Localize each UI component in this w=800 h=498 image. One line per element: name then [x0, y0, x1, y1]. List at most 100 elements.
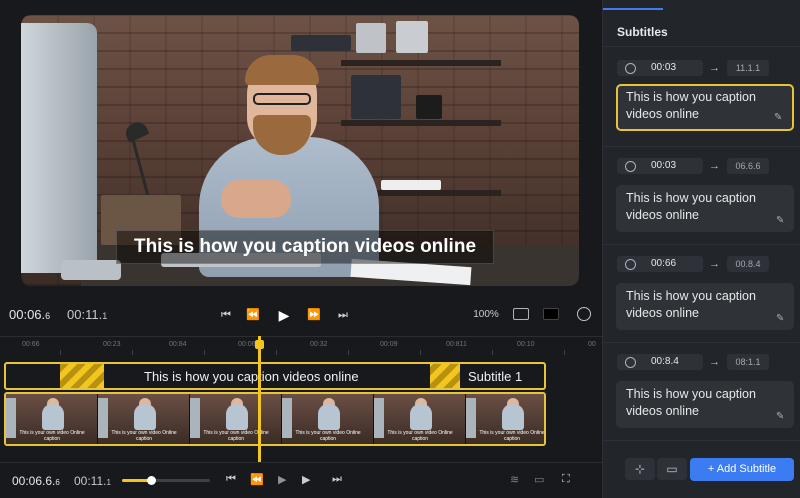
- editor-area: This is how you caption videos online 00…: [0, 0, 602, 498]
- playhead-handle[interactable]: [255, 340, 264, 349]
- arrow-right-icon: →: [709, 160, 720, 172]
- ruler-label: 00:06: [238, 341, 256, 348]
- fast-forward-icon[interactable]: ⏩: [306, 306, 322, 324]
- arrow-right-icon: →: [709, 356, 720, 368]
- rewind-icon[interactable]: ⏪: [250, 473, 264, 486]
- bottom-bar: 00:06.6.6 00:11.1 ⏮ ⏪ ▶ ▶ ⏭ ≋ ▭ ⛶: [0, 462, 602, 498]
- ruler-label: 00:09: [380, 341, 398, 348]
- ruler-tick: [492, 350, 493, 355]
- subtitle-text-field[interactable]: This is how you caption videos online ✎: [616, 185, 794, 232]
- person: [245, 55, 319, 85]
- picture-icon[interactable]: ▭: [534, 473, 544, 486]
- pencil-icon[interactable]: ✎: [774, 113, 784, 123]
- play-icon[interactable]: ▶: [276, 306, 292, 324]
- end-time-field[interactable]: 06.6.6: [727, 158, 769, 174]
- ruler-label: 00:84: [169, 341, 187, 348]
- ruler-tick: [276, 350, 277, 355]
- subtitles-panel: Subtitles 00:03 → 11.1.1 This is how you…: [602, 0, 800, 498]
- subtitle-text-field[interactable]: This is how you caption videos online ✎: [616, 283, 794, 330]
- ruler-tick: [132, 350, 133, 355]
- bottom-duration: 00:11.1: [74, 474, 111, 488]
- monitor: [61, 260, 121, 280]
- add-subtitle-button[interactable]: + Add Subtitle: [690, 458, 794, 481]
- clock-icon: [625, 63, 636, 74]
- ruler-tick: [420, 350, 421, 355]
- ruler-tick: [204, 350, 205, 355]
- frame-thumbnail: This is your own video Online caption: [6, 394, 98, 444]
- ruler-label: 00:23: [103, 341, 121, 348]
- subtitle-text: This is how you caption videos online: [626, 90, 756, 121]
- ruler-label: 00: [588, 341, 596, 348]
- globe-icon[interactable]: [577, 307, 591, 321]
- play-icon[interactable]: ▶: [278, 473, 286, 486]
- subtitle-format-icon[interactable]: ▭: [657, 458, 687, 480]
- end-time-field[interactable]: 00.8.4: [727, 256, 769, 272]
- next-icon[interactable]: ▶: [302, 473, 310, 486]
- arrow-right-icon: →: [709, 258, 720, 270]
- person: [253, 93, 311, 105]
- monitor: [21, 23, 97, 273]
- subtitle-card[interactable]: 00:66 → 00.8.4 This is how you caption v…: [603, 246, 800, 343]
- rewind-icon[interactable]: ⏪: [245, 306, 261, 324]
- frame-thumbnail: This is your own video Online caption: [466, 394, 544, 444]
- bottom-current-time: 00:06.6.6: [12, 474, 60, 488]
- subtitle-text: This is how you caption videos online: [626, 387, 756, 418]
- shelf-box: [396, 21, 428, 53]
- subtitle-card[interactable]: 00:03 → 06.6.6 This is how you caption v…: [603, 148, 800, 245]
- clip-handle-right[interactable]: [430, 364, 460, 388]
- skip-forward-icon[interactable]: ⏭: [332, 473, 342, 486]
- subtitle-card[interactable]: 00:03 → 11.1.1 This is how you caption v…: [603, 50, 800, 147]
- clip-handle-left[interactable]: [60, 364, 104, 388]
- shelf-box: [351, 75, 401, 119]
- video-caption-overlay[interactable]: This is how you caption videos online: [116, 230, 494, 264]
- end-time-field[interactable]: 08:1.1: [727, 354, 769, 370]
- ruler-tick: [348, 350, 349, 355]
- clock-icon: [625, 259, 636, 270]
- person: [221, 180, 291, 218]
- aspect-icon[interactable]: [543, 308, 559, 320]
- playhead[interactable]: [258, 336, 261, 462]
- split-icon[interactable]: ⊹: [625, 458, 655, 480]
- ruler-label: 00:811: [446, 341, 467, 348]
- divider: [603, 46, 800, 47]
- clock-icon: [625, 357, 636, 368]
- track-label: Subtitle 1: [468, 369, 523, 384]
- shelf-box: [291, 35, 351, 51]
- frame-thumbnail: This is your own video Online caption: [190, 394, 282, 444]
- shelf: [341, 120, 501, 126]
- subtitle-text-field[interactable]: This is how you caption videos online ✎: [616, 381, 794, 428]
- track-caption-text: This is how you caption videos online: [144, 369, 359, 384]
- subtitle-text-field[interactable]: This is how you caption videos online ✎: [616, 84, 794, 131]
- frame-thumbnail: This is your own video Online caption: [374, 394, 466, 444]
- speed-icon[interactable]: ≋: [510, 473, 519, 486]
- ruler-label: 00:10: [517, 341, 535, 348]
- scrubber-handle[interactable]: [147, 476, 157, 485]
- scrubber-bar[interactable]: [122, 476, 210, 485]
- pencil-icon[interactable]: ✎: [776, 216, 786, 226]
- skip-back-icon[interactable]: ⏮: [226, 473, 236, 486]
- subtitle-track-clip[interactable]: This is how you caption videos online Su…: [4, 362, 546, 390]
- arrow-right-icon: →: [709, 62, 720, 74]
- camera: [416, 95, 442, 119]
- skip-forward-icon[interactable]: ⏭: [336, 306, 350, 324]
- player-controls: 00:06.6 00:11.1 ⏮ ⏪ ▶ ⏩ ⏭ 100%: [0, 300, 602, 330]
- shelf-box: [356, 23, 386, 53]
- clock-icon: [625, 161, 636, 172]
- duration: 00:11.1: [67, 307, 108, 322]
- video-frame-strip[interactable]: This is your own video Online caption Th…: [4, 392, 546, 446]
- fullscreen-icon[interactable]: ⛶: [562, 473, 570, 486]
- subtitle-toggle-icon[interactable]: [513, 308, 529, 320]
- video-preview[interactable]: This is how you caption videos online: [21, 15, 579, 286]
- pencil-icon[interactable]: ✎: [776, 412, 786, 422]
- pencil-icon[interactable]: ✎: [776, 314, 786, 324]
- end-time-field[interactable]: 11.1.1: [727, 60, 769, 76]
- zoom-level[interactable]: 100%: [470, 306, 502, 324]
- panel-title: Subtitles: [617, 25, 668, 39]
- timeline[interactable]: 00:66 00:23 00:84 00:06 00:32 00:09 00:8…: [0, 336, 602, 448]
- frame-thumbnail: This is your own video Online caption: [282, 394, 374, 444]
- ruler-label: 00:32: [310, 341, 328, 348]
- shelf-box: [381, 180, 441, 190]
- skip-back-icon[interactable]: ⏮: [219, 306, 233, 324]
- ruler-label: 00:66: [22, 341, 40, 348]
- subtitle-card[interactable]: 00:8.4 → 08:1.1 This is how you caption …: [603, 344, 800, 441]
